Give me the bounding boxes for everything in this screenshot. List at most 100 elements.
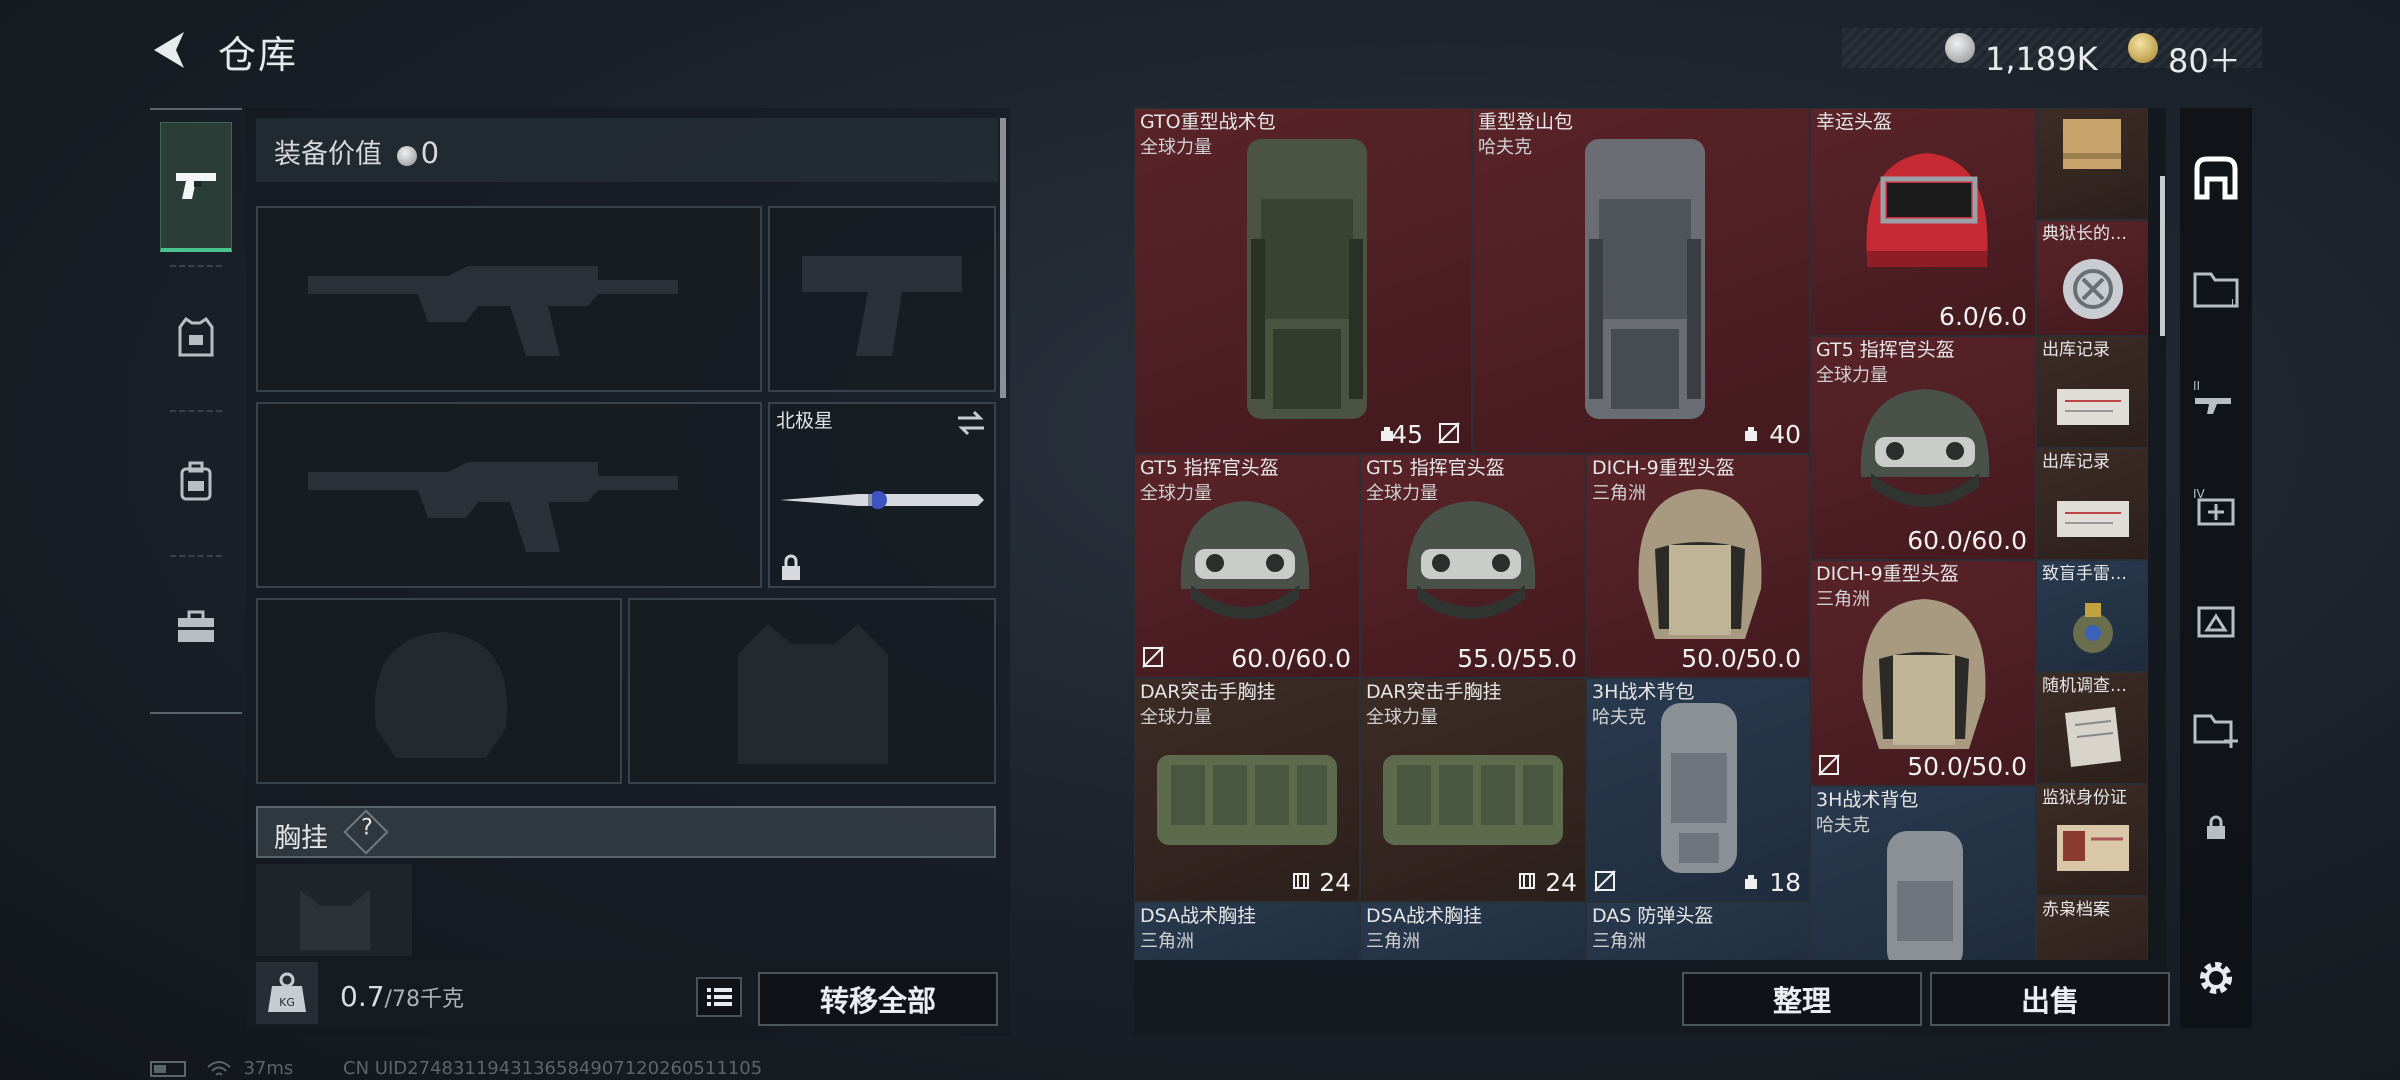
settings-button[interactable] <box>2180 938 2252 1018</box>
stash-item-small[interactable]: 出库记录 <box>2036 448 2148 560</box>
tab-case[interactable] <box>160 562 232 692</box>
tactical-backpack-icon <box>1661 703 1737 873</box>
melee-slot[interactable]: 北极星 <box>768 402 996 588</box>
add-folder-icon <box>2193 714 2238 748</box>
stash-item[interactable]: DAS 防弹头盔 三角洲 <box>1586 902 1810 960</box>
item-faction: 全球力量 <box>1140 707 1212 728</box>
battery-icon <box>150 1061 186 1077</box>
chest-rig-icon <box>1157 755 1337 845</box>
ping-value: 37ms <box>243 1058 294 1079</box>
tactical-helmet-icon <box>1406 501 1536 619</box>
stash-item[interactable]: 3H战术背包 哈夫克 18 <box>1586 678 1810 902</box>
large-backpack-icon <box>1585 139 1705 419</box>
swap-icon[interactable] <box>956 410 986 436</box>
chest-rig-slot[interactable] <box>256 864 412 956</box>
rifle-silhouette-icon <box>308 266 678 356</box>
heavy-helmet-icon <box>1862 599 1986 749</box>
not-insured-icon <box>1438 422 1460 444</box>
equipment-value-bar: 装备价值 0 <box>256 118 998 182</box>
stash-item[interactable]: GT5 指挥官头盔 全球力量 60.0/60.0 <box>1134 454 1360 678</box>
stash-item-small[interactable]: 随机调查… <box>2036 672 2148 784</box>
stash-item[interactable]: 幸运头盔 6.0/6.0 <box>1810 108 2036 336</box>
item-faction: 三角洲 <box>1140 931 1194 952</box>
sidebar-item-1[interactable]: I <box>2180 248 2252 328</box>
item-capacity: 45 <box>1391 420 1423 449</box>
capacity-icon <box>1293 873 1309 889</box>
gold-currency[interactable]: 80＋ <box>2128 33 2241 82</box>
sort-button[interactable]: 整理 <box>1682 972 1922 1026</box>
item-capacity: 24 <box>1545 868 1577 897</box>
stash-item-small[interactable]: 典狱长的… <box>2036 220 2148 336</box>
transfer-all-button[interactable]: 转移全部 <box>758 972 998 1026</box>
stash-item[interactable]: DSA战术胸挂 三角洲 <box>1360 902 1586 960</box>
stash-item[interactable]: GT5 指挥官头盔 全球力量 55.0/55.0 <box>1360 454 1586 678</box>
sidebar-item-2[interactable]: II <box>2180 358 2252 438</box>
pistol-slot[interactable] <box>768 206 996 392</box>
equipment-value-label: 装备价值 <box>274 139 382 170</box>
back-button[interactable] <box>148 28 192 72</box>
tactical-helmet-icon <box>1860 389 1990 507</box>
item-faction: 三角洲 <box>1592 931 1646 952</box>
armor-slot[interactable] <box>628 598 996 784</box>
stash-item[interactable]: 3H战术背包 哈夫克 <box>1810 786 2036 960</box>
tab-backpack[interactable] <box>160 416 232 546</box>
stash-item-small[interactable]: 赤枭档案 <box>2036 896 2148 960</box>
briefcase-icon <box>178 610 214 642</box>
weight-capacity: /78千克 <box>384 987 464 1012</box>
helmet-silhouette-icon <box>374 632 508 758</box>
stash-item[interactable]: DICH-9重型头盔 三角洲 50.0/50.0 <box>1810 560 2036 786</box>
svg-text:II: II <box>2193 379 2200 393</box>
item-faction: 哈夫克 <box>1816 815 1870 836</box>
stash-item[interactable]: 重型登山包 哈夫克 40 <box>1472 108 1810 454</box>
list-view-button[interactable] <box>696 977 742 1017</box>
uid-text: CN UID2748311943136584907120260511105 <box>343 1058 763 1079</box>
sidebar-item-add[interactable] <box>2180 688 2252 768</box>
stash-item[interactable]: GTO重型战术包 全球力量 45 <box>1134 108 1472 454</box>
primary-weapon-slot[interactable] <box>256 206 762 392</box>
item-faction: 三角洲 <box>1366 931 1420 952</box>
list-icon <box>707 988 732 1006</box>
item-capacity: 40 <box>1769 420 1801 449</box>
stash-item[interactable]: DAR突击手胸挂 全球力量 24 <box>1360 678 1586 902</box>
item-name: 幸运头盔 <box>1816 111 1893 133</box>
helmet-slot[interactable] <box>256 598 622 784</box>
help-icon[interactable]: ? <box>343 809 389 855</box>
item-name: 赤枭档案 <box>2042 900 2110 920</box>
stash-item-small[interactable]: 监狱身份证 <box>2036 784 2148 896</box>
tab-weapons[interactable] <box>160 122 232 252</box>
stash-item-small[interactable]: 出库记录 <box>2036 336 2148 448</box>
chest-rig-icon <box>1383 755 1563 845</box>
armor-vest-icon <box>178 317 214 357</box>
rifle-silhouette-icon <box>308 462 678 552</box>
sidebar-item-4[interactable] <box>2180 578 2252 658</box>
sidebar-item-3[interactable]: IV <box>2180 468 2252 548</box>
weight-value: 0.7 <box>340 980 385 1013</box>
stash-scrollbar[interactable] <box>2160 176 2165 336</box>
item-durability: 60.0/60.0 <box>1907 526 2027 555</box>
stash-item-small[interactable] <box>2036 108 2148 220</box>
stash-item[interactable]: GT5 指挥官头盔 全球力量 60.0/60.0 <box>1810 336 2036 560</box>
loadout-scrollbar[interactable] <box>1000 118 1006 398</box>
silver-currency: 1,189K <box>1945 33 2098 78</box>
stash-item[interactable]: DSA战术胸挂 三角洲 <box>1134 902 1360 960</box>
large-backpack-icon <box>1247 139 1367 419</box>
medical-category-icon: IV <box>2193 487 2235 526</box>
id-card-icon <box>2057 825 2129 871</box>
folder-icon: I <box>2193 272 2239 309</box>
secondary-weapon-slot[interactable] <box>256 402 762 588</box>
item-faction: 全球力量 <box>1140 137 1212 158</box>
sell-button[interactable]: 出售 <box>1930 972 2170 1026</box>
pistol-icon <box>176 172 216 199</box>
stash-item[interactable]: DICH-9重型头盔 三角洲 50.0/50.0 <box>1586 454 1810 678</box>
stash-item-small[interactable]: 致盲手雷… <box>2036 560 2148 672</box>
item-name: DAS 防弹头盔 <box>1592 905 1714 927</box>
capacity-icon <box>1745 875 1757 889</box>
stash-item[interactable]: DAR突击手胸挂 全球力量 24 <box>1134 678 1360 902</box>
tab-armor[interactable] <box>160 272 232 402</box>
sidebar-item-all[interactable] <box>2180 138 2252 218</box>
item-name: 出库记录 <box>2042 340 2110 360</box>
melee-name: 北极星 <box>776 410 834 432</box>
item-name: GT5 指挥官头盔 <box>1140 457 1279 479</box>
lock-icon <box>2207 815 2225 839</box>
backpack-icon <box>180 461 212 501</box>
